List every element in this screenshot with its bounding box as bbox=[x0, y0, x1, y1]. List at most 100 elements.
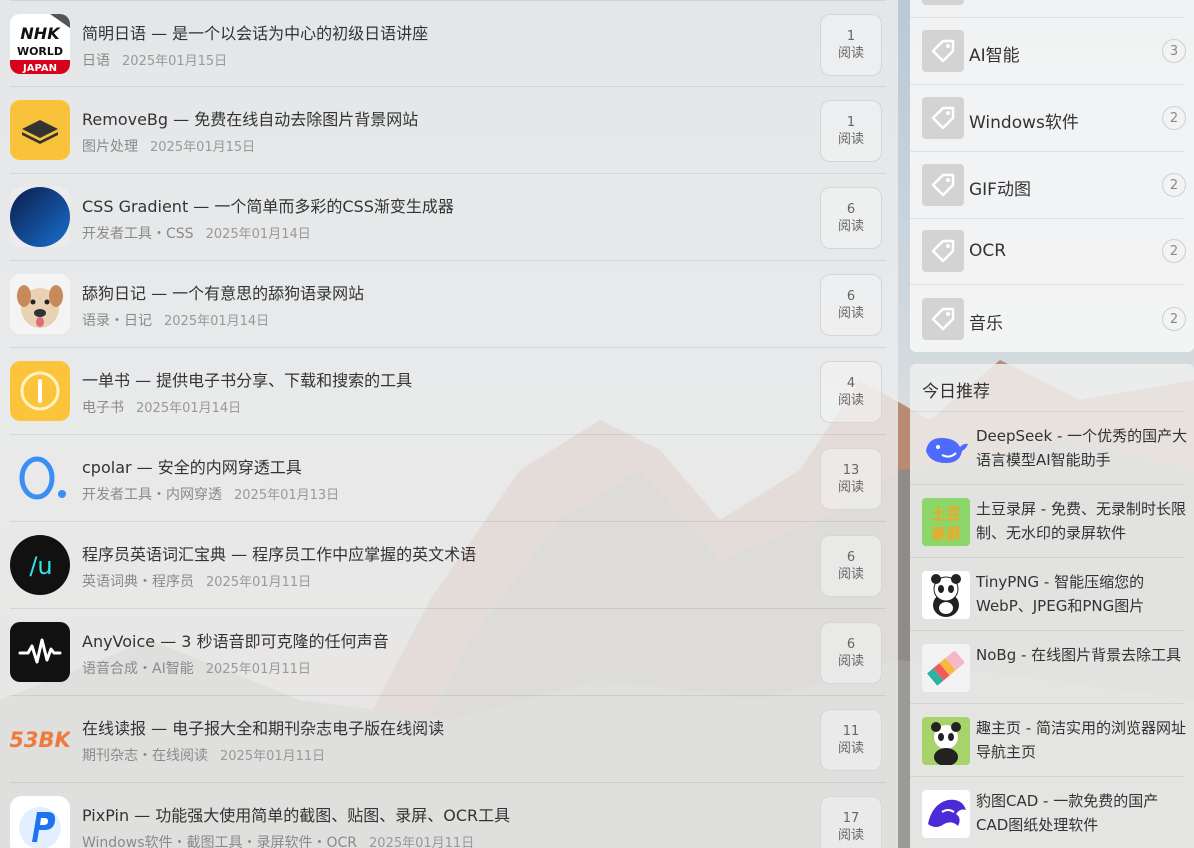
cpolar-icon[interactable] bbox=[10, 448, 70, 508]
deepseek-whale-icon[interactable] bbox=[922, 425, 970, 473]
quzhuye-panda-icon[interactable] bbox=[922, 717, 970, 765]
article-title[interactable]: 在线读报 — 电子报大全和期刊杂志电子版在线阅读 bbox=[82, 715, 444, 739]
recommend-item[interactable]: 土豆 录屏 土豆录屏 - 免费、无录制时长限制、无水印的录屏软件 bbox=[910, 484, 1186, 557]
tag-item-partial[interactable] bbox=[910, 0, 1184, 18]
tag-item[interactable]: AI智能 3 bbox=[910, 18, 1186, 85]
article-date: 2025年01月11日 bbox=[369, 836, 475, 848]
recommend-item[interactable]: 豹图CAD - 一款免费的国产CAD图纸处理软件 bbox=[910, 776, 1184, 848]
dog-diary-icon[interactable] bbox=[10, 274, 70, 334]
programmer-vocab-icon[interactable]: /u bbox=[10, 535, 70, 595]
tag-count-badge: 2 bbox=[1162, 307, 1186, 331]
daily-recommend-panel: 今日推荐 DeepSeek - 一个优秀的国产大语言模型AI智能助手 土豆 录屏… bbox=[910, 364, 1194, 848]
recommend-text[interactable]: 土豆录屏 - 免费、无录制时长限制、无水印的录屏软件 bbox=[976, 497, 1188, 545]
read-label: 阅读 bbox=[837, 393, 864, 408]
article-item[interactable]: 53BK 在线读报 — 电子报大全和期刊杂志电子版在线阅读 期刊杂志・在线阅读 2… bbox=[10, 696, 886, 783]
read-label: 阅读 bbox=[837, 654, 864, 669]
anyvoice-icon[interactable] bbox=[10, 622, 70, 682]
read-count: 13 bbox=[842, 463, 860, 478]
recommend-item[interactable]: NoBg - 在线图片背景去除工具 bbox=[910, 630, 1184, 703]
read-label: 阅读 bbox=[837, 46, 864, 61]
article-title[interactable]: CSS Gradient — 一个简单而多彩的CSS渐变生成器 bbox=[82, 193, 454, 217]
pixpin-icon[interactable] bbox=[10, 796, 70, 848]
nhk-world-japan-icon[interactable]: NHK WORLD JAPAN bbox=[10, 14, 70, 74]
removebg-icon[interactable] bbox=[10, 100, 70, 160]
recommend-item[interactable]: DeepSeek - 一个优秀的国产大语言模型AI智能助手 bbox=[910, 411, 1187, 484]
article-item[interactable]: /u 程序员英语词汇宝典 — 程序员工作中应掌握的英文术语 英语词典・程序员 20… bbox=[10, 522, 886, 609]
article-item[interactable]: NHK WORLD JAPAN 简明日语 — 是一个以会话为中心的初级日语讲座 … bbox=[10, 0, 886, 87]
article-item[interactable]: 舔狗日记 — 一个有意思的舔狗语录网站 语录・日记 2025年01月14日 6 阅… bbox=[10, 261, 886, 348]
tag-item[interactable]: 音乐 2 bbox=[910, 286, 1186, 353]
read-count-box: 17 阅读 bbox=[820, 796, 882, 848]
article-title[interactable]: RemoveBg — 免费在线自动去除图片背景网站 bbox=[82, 106, 418, 130]
article-tags[interactable]: 期刊杂志・在线阅读 bbox=[82, 748, 208, 764]
article-list: NHK WORLD JAPAN 简明日语 — 是一个以会话为中心的初级日语讲座 … bbox=[0, 0, 898, 848]
read-label: 阅读 bbox=[837, 219, 864, 234]
recommend-text[interactable]: DeepSeek - 一个优秀的国产大语言模型AI智能助手 bbox=[976, 424, 1188, 472]
baotu-cad-icon[interactable] bbox=[922, 790, 970, 838]
tinypng-panda-icon[interactable] bbox=[922, 571, 970, 619]
tudou-icon-text: 土豆 bbox=[931, 505, 961, 523]
tag-name[interactable]: Windows软件 bbox=[969, 108, 1079, 133]
article-title[interactable]: 一单书 — 提供电子书分享、下载和搜索的工具 bbox=[82, 367, 412, 391]
tag-item[interactable]: OCR 2 bbox=[910, 218, 1186, 285]
read-count: 1 bbox=[846, 115, 856, 130]
read-count: 17 bbox=[842, 811, 860, 826]
article-tags[interactable]: 电子书 bbox=[82, 400, 124, 416]
article-item[interactable]: AnyVoice — 3 秒语音即可克隆的任何声音 语音合成・AI智能 2025年… bbox=[10, 609, 886, 696]
article-date: 2025年01月11日 bbox=[206, 575, 312, 590]
tag-name[interactable]: 音乐 bbox=[969, 309, 1003, 334]
read-count: 6 bbox=[846, 202, 856, 217]
read-count-box: 6 阅读 bbox=[820, 622, 882, 684]
article-item[interactable]: CSS Gradient — 一个简单而多彩的CSS渐变生成器 开发者工具・CS… bbox=[10, 174, 886, 261]
css-gradient-icon[interactable] bbox=[10, 187, 70, 247]
tag-count-badge: 2 bbox=[1162, 173, 1186, 197]
tag-name[interactable]: OCR bbox=[969, 241, 1006, 261]
article-tags[interactable]: Windows软件・截图工具・录屏软件・OCR bbox=[82, 835, 357, 848]
tag-count-badge: 2 bbox=[1162, 106, 1186, 130]
yidanshu-icon[interactable] bbox=[10, 361, 70, 421]
article-tags[interactable]: 日语 bbox=[82, 53, 110, 69]
article-item[interactable]: cpolar — 安全的内网穿透工具 开发者工具・内网穿透 2025年01月13日… bbox=[10, 435, 886, 522]
article-title[interactable]: 简明日语 — 是一个以会话为中心的初级日语讲座 bbox=[82, 20, 428, 44]
recommend-text[interactable]: NoBg - 在线图片背景去除工具 bbox=[976, 643, 1188, 667]
read-count-box: 1 阅读 bbox=[820, 100, 882, 162]
read-count: 6 bbox=[846, 637, 856, 652]
article-title[interactable]: AnyVoice — 3 秒语音即可克隆的任何声音 bbox=[82, 628, 389, 652]
article-title[interactable]: PixPin — 功能强大使用简单的截图、贴图、录屏、OCR工具 bbox=[82, 802, 510, 826]
tag-icon bbox=[922, 230, 964, 272]
nobg-eraser-icon[interactable] bbox=[922, 644, 970, 692]
article-item[interactable]: PixPin — 功能强大使用简单的截图、贴图、录屏、OCR工具 Windows… bbox=[10, 783, 886, 848]
article-meta: 语音合成・AI智能 2025年01月11日 bbox=[82, 658, 311, 678]
recommend-item[interactable]: 趣主页 - 简洁实用的浏览器网址导航主页 bbox=[910, 703, 1186, 776]
recommend-text[interactable]: 趣主页 - 简洁实用的浏览器网址导航主页 bbox=[976, 716, 1188, 764]
article-item[interactable]: RemoveBg — 免费在线自动去除图片背景网站 图片处理 2025年01月15… bbox=[10, 87, 886, 174]
tudou-recorder-icon[interactable]: 土豆 录屏 bbox=[922, 498, 970, 546]
tag-item[interactable]: GIF动图 2 bbox=[910, 152, 1186, 219]
article-meta: 图片处理 2025年01月15日 bbox=[82, 136, 255, 156]
tag-icon bbox=[922, 97, 964, 139]
article-date: 2025年01月14日 bbox=[205, 227, 311, 242]
article-title[interactable]: 舔狗日记 — 一个有意思的舔狗语录网站 bbox=[82, 280, 364, 304]
tag-name[interactable]: AI智能 bbox=[969, 41, 1020, 66]
read-label: 阅读 bbox=[837, 480, 864, 495]
recommend-item[interactable]: TinyPNG - 智能压缩您的WebP、JPEG和PNG图片 bbox=[910, 557, 1184, 630]
read-count-box: 13 阅读 bbox=[820, 448, 882, 510]
article-title[interactable]: cpolar — 安全的内网穿透工具 bbox=[82, 454, 302, 478]
article-tags[interactable]: 图片处理 bbox=[82, 139, 138, 155]
53bk-icon[interactable]: 53BK bbox=[10, 709, 70, 769]
tag-name[interactable]: GIF动图 bbox=[969, 175, 1031, 200]
article-tags[interactable]: 语录・日记 bbox=[82, 313, 152, 329]
article-tags[interactable]: 开发者工具・内网穿透 bbox=[82, 487, 222, 503]
recommend-text[interactable]: TinyPNG - 智能压缩您的WebP、JPEG和PNG图片 bbox=[976, 570, 1188, 618]
tag-item[interactable]: Windows软件 2 bbox=[910, 85, 1186, 152]
article-tags[interactable]: 开发者工具・CSS bbox=[82, 226, 194, 242]
recommend-text[interactable]: 豹图CAD - 一款免费的国产CAD图纸处理软件 bbox=[976, 789, 1188, 837]
article-list-panel: NHK WORLD JAPAN 简明日语 — 是一个以会话为中心的初级日语讲座 … bbox=[0, 0, 898, 848]
read-label: 阅读 bbox=[837, 132, 864, 147]
article-tags[interactable]: 语音合成・AI智能 bbox=[82, 661, 194, 677]
read-label: 阅读 bbox=[837, 306, 864, 321]
article-tags[interactable]: 英语词典・程序员 bbox=[82, 574, 194, 590]
article-title[interactable]: 程序员英语词汇宝典 — 程序员工作中应掌握的英文术语 bbox=[82, 541, 476, 565]
article-item[interactable]: 一单书 — 提供电子书分享、下载和搜索的工具 电子书 2025年01月14日 4 … bbox=[10, 348, 886, 435]
53bk-logo-text: 53BK bbox=[10, 728, 70, 752]
